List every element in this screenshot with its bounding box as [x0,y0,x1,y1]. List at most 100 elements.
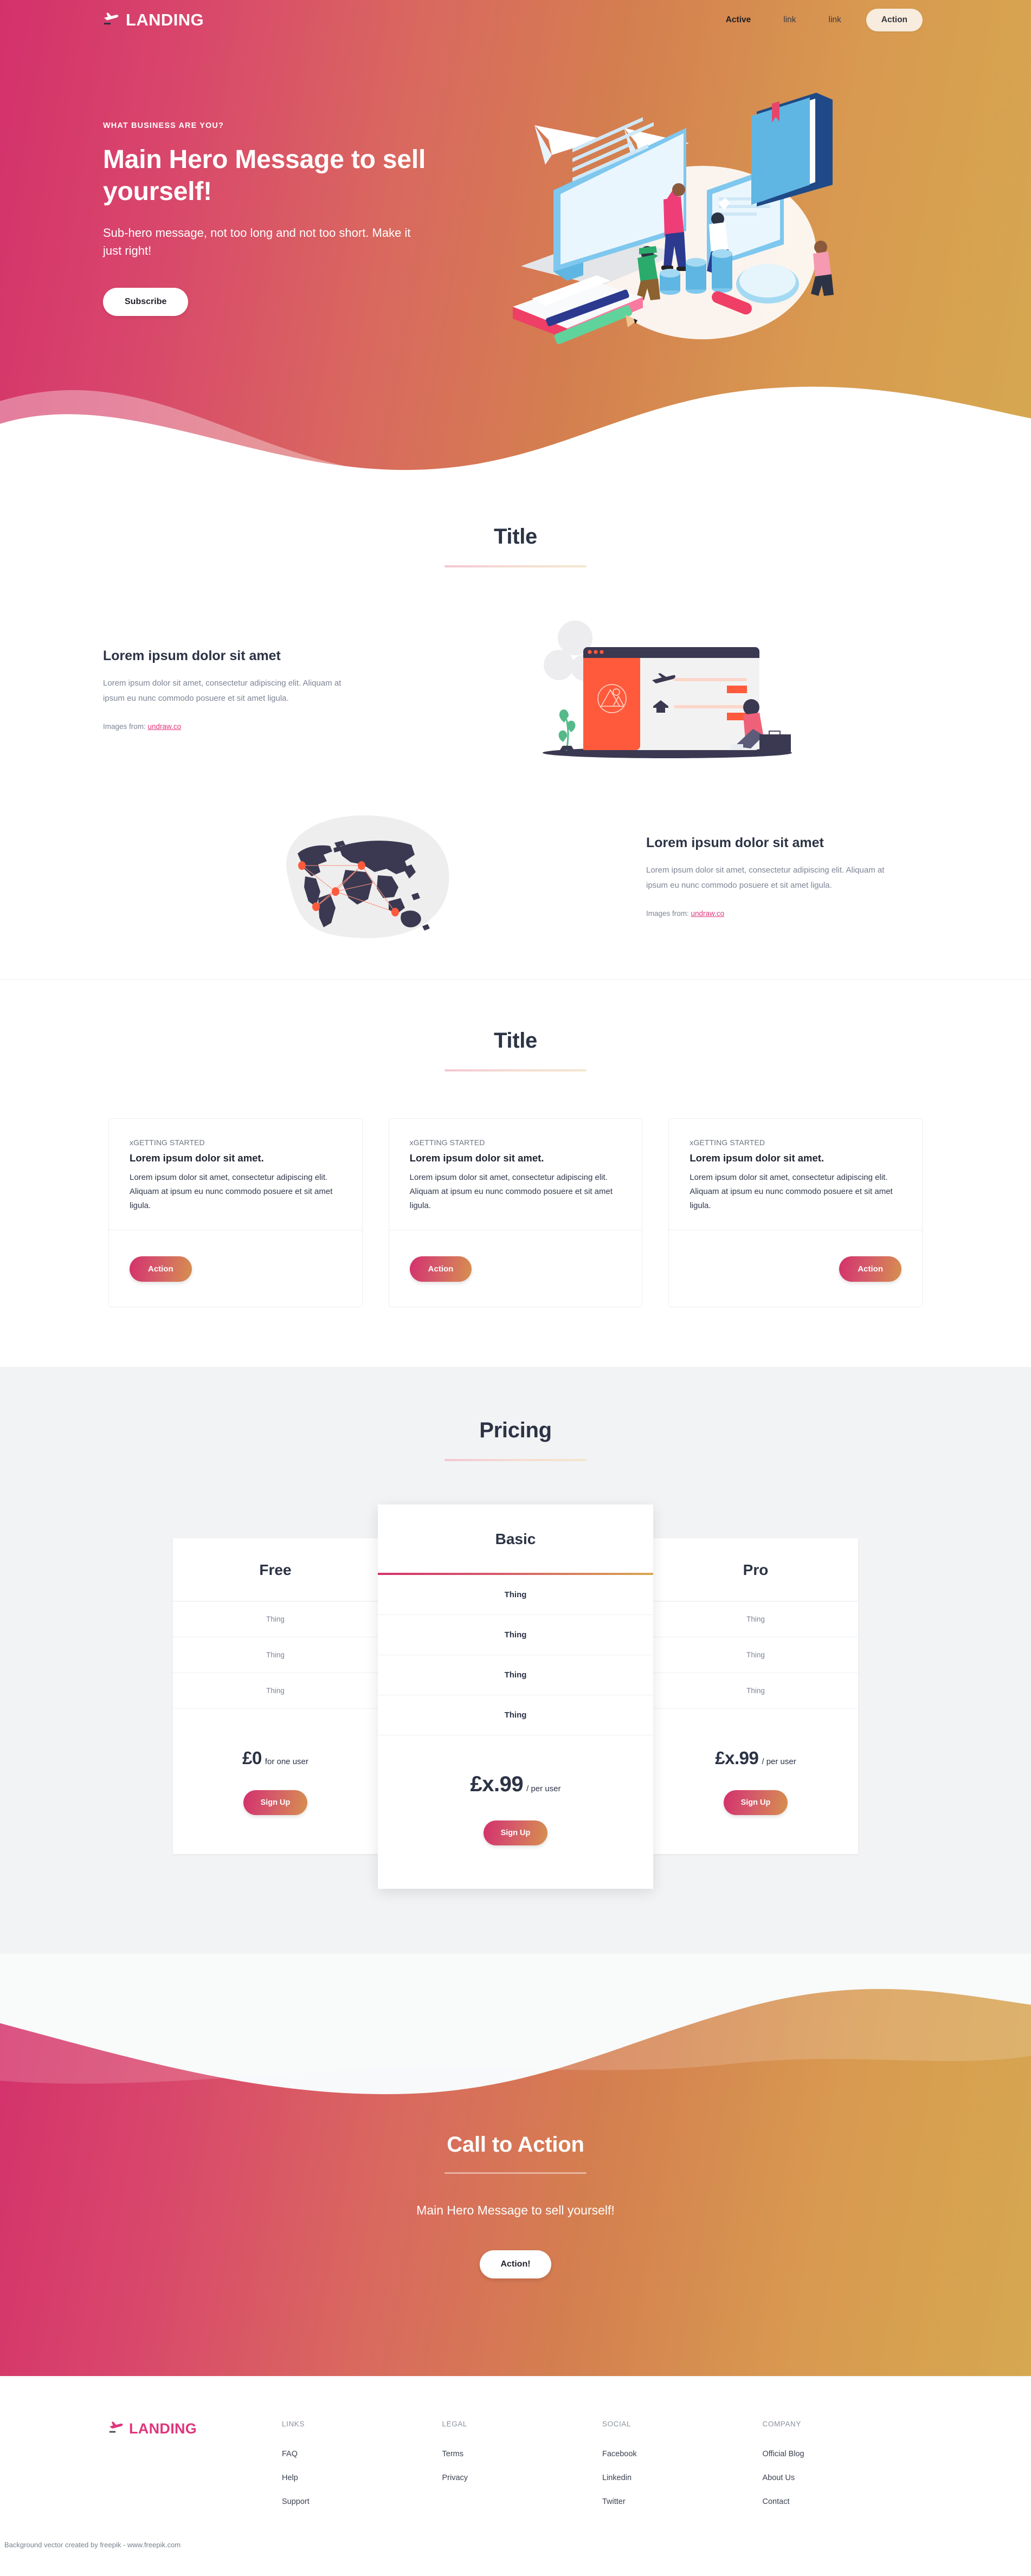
plan-feature-row: Thing [378,1615,653,1656]
brand-logo[interactable]: LANDING [103,10,204,30]
hero-illustration [428,74,944,377]
plan-feature-row: Thing [653,1637,858,1674]
plan-price: £x.99/ per user [653,1709,858,1768]
footer-column-links: LINKS FAQ Help Support [282,2420,442,2521]
plan-feature-row: Thing [378,1695,653,1736]
undraw-link-1[interactable]: undraw.co [148,722,182,731]
card-eyebrow: xGETTING STARTED [130,1138,205,1147]
card-body: Lorem ipsum dolor sit amet, consectetur … [409,1173,613,1210]
footer-link[interactable]: Linkedin [602,2474,763,2482]
footer-link[interactable]: Twitter [602,2497,763,2506]
feature-illustration-1 [407,616,928,763]
cards-grid: xGETTING STARTED Lorem ipsum dolor sit a… [0,1118,1031,1308]
undraw-link-2[interactable]: undraw.co [691,909,725,918]
footer-column-heading: LEGAL [442,2420,468,2429]
footer-columns: LINKS FAQ Help Support LEGAL Terms Priva… [282,2420,923,2521]
feature-card: xGETTING STARTED Lorem ipsum dolor sit a… [388,1118,643,1308]
plan-name: Basic [495,1531,536,1548]
feature-body-1: Lorem ipsum dolor sit amet, consectetur … [103,679,341,703]
plan-cta-wrap: Sign Up [173,1768,378,1854]
footer-link[interactable]: Support [282,2497,442,2506]
plan-price: £x.99/ per user [378,1735,653,1797]
feature-heading-1: Lorem ipsum dolor sit amet [103,648,281,664]
footer-column-heading: LINKS [282,2420,305,2429]
plan-amount: £x.99 [470,1772,524,1797]
attribution-note: Background vector created by freepik - w… [4,2541,181,2549]
top-navbar: LANDING Active link link Action [0,0,1031,40]
plan-signup-button[interactable]: Sign Up [723,1790,788,1816]
plan-unit: / per user [762,1757,796,1767]
plan-signup-button[interactable]: Sign Up [483,1820,548,1846]
footer-link[interactable]: Facebook [602,2450,763,2458]
plan-amount: £0 [242,1748,262,1768]
nav-link-active[interactable]: Active [710,15,768,25]
features-title: Title [493,525,537,548]
plan-amount: £x.99 [715,1748,759,1768]
brand-name: LANDING [126,10,204,29]
pricing-title-rule [444,1459,587,1462]
pricing-plan-pro: Pro Thing Thing Thing £x.99/ per user Si… [653,1538,858,1855]
cards-title: Title [493,1029,537,1053]
plane-landing-icon [103,11,120,30]
card-eyebrow: xGETTING STARTED [690,1138,765,1147]
footer-column-heading: COMPANY [762,2420,801,2429]
pricing-title: Pricing [479,1418,552,1443]
footer-brand[interactable]: LANDING [108,2420,282,2438]
footer-column-heading: SOCIAL [602,2420,632,2429]
footer-link[interactable]: About Us [763,2474,923,2482]
cta-title-rule [444,2172,587,2174]
plan-name: Free [259,1561,292,1579]
cards-section: Title xGETTING STARTED Lorem ipsum dolor… [0,979,1031,1367]
footer-link[interactable]: Terms [442,2450,603,2458]
hero-subtitle: Sub-hero message, not too long and not t… [103,226,411,258]
plan-cta-wrap: Sign Up [653,1768,858,1854]
card-heading: Lorem ipsum dolor sit amet. [409,1152,544,1164]
nav-links: Active link link Action [710,9,923,31]
pricing-section: Pricing Free Thing Thing Thing £0 for one… [0,1367,1031,1954]
card-footer: Action [389,1230,642,1307]
plan-feature-row: Thing [173,1637,378,1674]
card-action-button[interactable]: Action [409,1256,472,1282]
card-action-button[interactable]: Action [839,1256,902,1282]
footer-link[interactable]: Official Blog [763,2450,923,2458]
pricing-plans: Free Thing Thing Thing £0 for one user Si… [0,1505,1031,1889]
plan-price: £0 for one user [173,1709,378,1768]
feature-heading-2: Lorem ipsum dolor sit amet [646,835,824,851]
feature-card: xGETTING STARTED Lorem ipsum dolor sit a… [668,1118,923,1308]
plan-signup-button[interactable]: Sign Up [243,1790,308,1816]
footer-link[interactable]: Privacy [442,2474,603,2482]
plane-landing-icon [108,2420,125,2438]
feature-credit-prefix-2: Images from: [646,909,691,918]
hero-content: WHAT BUSINESS ARE YOU? Main Hero Message… [0,40,1031,377]
card-footer: Action [669,1230,923,1307]
card-heading: Lorem ipsum dolor sit amet. [130,1152,264,1164]
footer-column-legal: LEGAL Terms Privacy [442,2420,603,2521]
subscribe-button[interactable]: Subscribe [103,288,189,317]
nav-action-button[interactable]: Action [866,9,923,31]
hero-copy: WHAT BUSINESS ARE YOU? Main Hero Message… [103,100,428,317]
feature-card: xGETTING STARTED Lorem ipsum dolor sit a… [108,1118,363,1308]
nav-link-1[interactable]: link [767,15,812,25]
cta-subtitle: Main Hero Message to sell yourself! [416,2203,615,2218]
cta-action-button[interactable]: Action! [480,2250,551,2279]
footer-link[interactable]: Contact [763,2497,923,2506]
nav-link-2[interactable]: link [813,15,858,25]
plan-unit: for one user [265,1757,308,1767]
cta-content: Call to Action Main Hero Message to sell… [0,2133,1031,2279]
footer-column-company: COMPANY Official Blog About Us Contact [763,2420,923,2521]
plan-name: Pro [743,1561,769,1579]
feature-illustration-2 [103,811,624,941]
plan-features: Thing Thing Thing Thing [378,1575,653,1736]
footer-column-social: SOCIAL Facebook Linkedin Twitter [602,2420,763,2521]
card-eyebrow: xGETTING STARTED [409,1138,485,1147]
footer-link[interactable]: Help [282,2474,442,2482]
plan-feature-row: Thing [653,1602,858,1638]
footer-link[interactable]: FAQ [282,2450,442,2458]
plan-feature-row: Thing [173,1673,378,1709]
pricing-plan-free: Free Thing Thing Thing £0 for one user Si… [173,1538,378,1855]
cta-title: Call to Action [447,2133,584,2157]
plan-features: Thing Thing Thing [173,1601,378,1709]
plan-feature-row: Thing [653,1673,858,1709]
plan-feature-row: Thing [173,1602,378,1638]
card-action-button[interactable]: Action [130,1256,192,1282]
